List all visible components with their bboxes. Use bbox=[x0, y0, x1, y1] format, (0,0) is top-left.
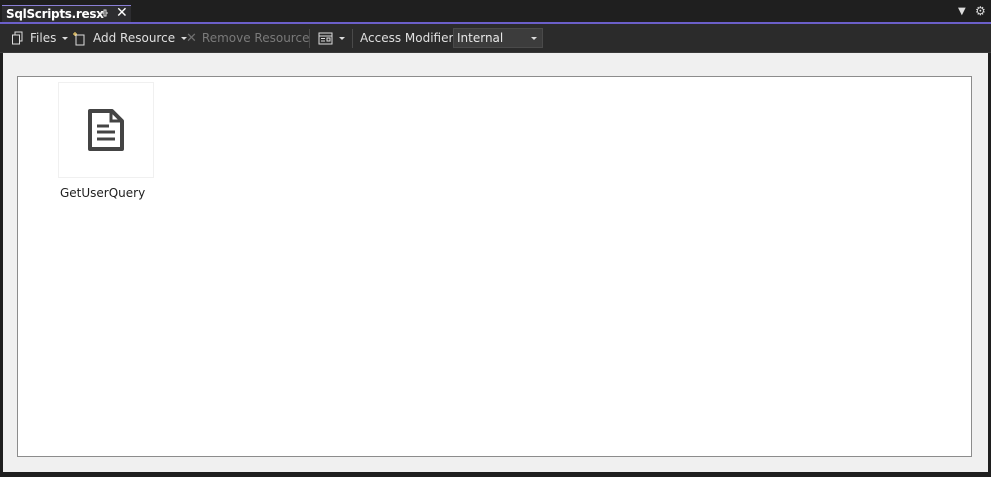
gear-icon[interactable]: ⚙ bbox=[975, 4, 986, 18]
text-file-icon bbox=[88, 109, 124, 151]
close-icon[interactable]: ✕ bbox=[116, 5, 128, 21]
resource-thumbnail[interactable] bbox=[58, 82, 154, 178]
remove-resource-button[interactable]: ✕ Remove Resource bbox=[186, 24, 309, 52]
document-tab-bar: SqlScripts.resx ✕ ▼ ⚙ bbox=[0, 0, 991, 24]
access-modifier-dropdown[interactable]: Internal bbox=[453, 28, 543, 48]
resource-name: GetUserQuery bbox=[60, 186, 146, 200]
resource-editor: GetUserQuery bbox=[3, 53, 988, 472]
access-modifier-text: Access Modifier: bbox=[360, 31, 458, 45]
toolbar-separator bbox=[352, 29, 353, 48]
resource-item[interactable]: GetUserQuery bbox=[58, 82, 154, 200]
remove-icon: ✕ bbox=[186, 30, 197, 46]
view-button[interactable] bbox=[318, 24, 345, 52]
view-dropdown-icon bbox=[339, 36, 345, 40]
remove-resource-label: Remove Resource bbox=[201, 31, 310, 45]
files-icon bbox=[12, 31, 23, 45]
add-resource-icon bbox=[73, 31, 85, 45]
resource-toolbar: Files Add Resource ✕ Remove Resource Acc… bbox=[0, 24, 991, 53]
access-modifier-label: Access Modifier: bbox=[360, 24, 457, 52]
view-icon bbox=[318, 32, 333, 44]
chevron-down-icon bbox=[531, 37, 537, 40]
resource-view[interactable]: GetUserQuery bbox=[17, 76, 972, 457]
files-label: Files bbox=[30, 31, 57, 45]
files-dropdown-icon bbox=[62, 36, 69, 40]
files-button[interactable]: Files bbox=[11, 24, 69, 52]
access-modifier-value: Internal bbox=[457, 31, 504, 45]
chevron-down-icon[interactable]: ▼ bbox=[958, 6, 966, 17]
document-tab[interactable]: SqlScripts.resx ✕ bbox=[2, 5, 131, 22]
add-resource-label: Add Resource bbox=[93, 31, 176, 45]
tab-title: SqlScripts.resx bbox=[6, 7, 104, 21]
pin-icon[interactable] bbox=[99, 8, 109, 20]
add-resource-button[interactable]: Add Resource bbox=[73, 24, 188, 52]
toolbar-separator bbox=[309, 29, 310, 48]
